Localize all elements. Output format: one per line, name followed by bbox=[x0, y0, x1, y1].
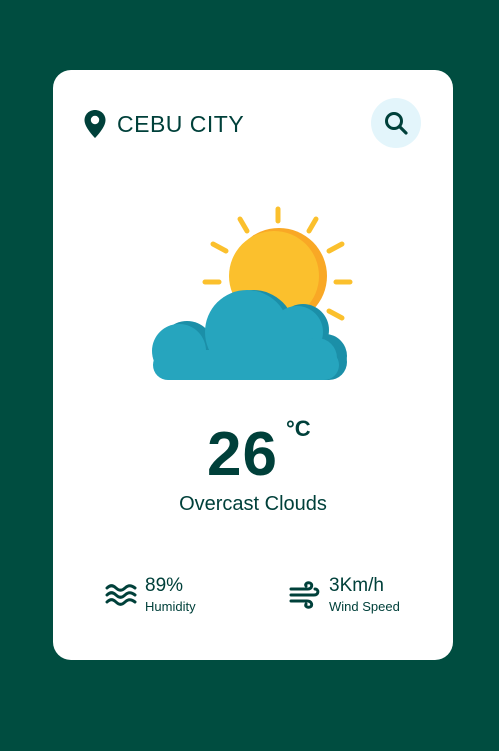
wind-value: 3Km/h bbox=[329, 575, 384, 596]
wind-text: 3Km/h Wind Speed bbox=[329, 575, 400, 615]
humidity-text: 89% Humidity bbox=[145, 575, 196, 615]
weather-card: CEBU CITY 26 °C Overcast Clouds 89% Humi… bbox=[53, 70, 453, 660]
map-pin-icon bbox=[84, 110, 106, 138]
humidity-value: 89% bbox=[145, 575, 184, 596]
temperature-value: 26 bbox=[207, 420, 278, 489]
humidity-label: Humidity bbox=[145, 599, 196, 614]
location: CEBU CITY bbox=[83, 108, 244, 140]
search-button[interactable] bbox=[371, 98, 421, 148]
city-name: CEBU CITY bbox=[117, 110, 245, 137]
sun-behind-cloud-icon bbox=[152, 206, 353, 380]
humidity-stat: 89% Humidity bbox=[105, 575, 196, 615]
humidity-waves-icon bbox=[105, 584, 137, 606]
wind-stat: 3Km/h Wind Speed bbox=[289, 575, 400, 615]
wind-label: Wind Speed bbox=[329, 599, 400, 614]
temperature-unit: °C bbox=[286, 416, 311, 441]
search-icon bbox=[385, 112, 408, 135]
weather-description: Overcast Clouds bbox=[179, 493, 327, 515]
wind-icon bbox=[289, 581, 320, 609]
temperature-block: 26 °C bbox=[53, 416, 453, 490]
